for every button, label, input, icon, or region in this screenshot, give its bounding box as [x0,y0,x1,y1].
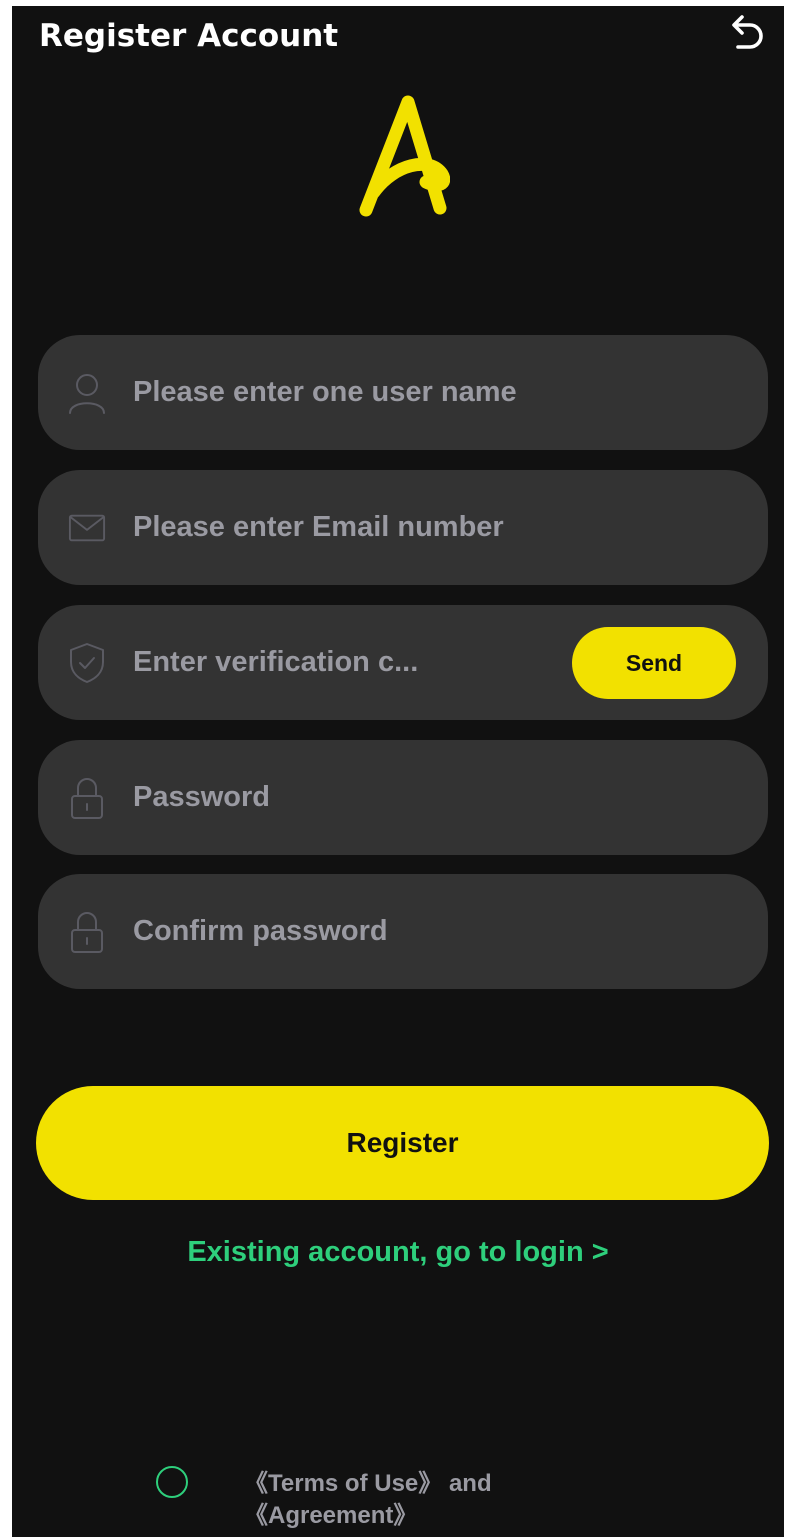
envelope-icon [68,507,106,549]
verification-field: Send [38,605,768,720]
password-input[interactable] [133,740,723,855]
email-input[interactable] [133,470,723,585]
agreement-text: 《Terms of Use》 and 《Agreement》 [244,1468,492,1532]
confirm-password-input[interactable] [133,874,723,989]
agreement-checkbox[interactable] [156,1466,188,1498]
undo-arrow-icon [732,15,763,49]
and-text: and [442,1470,492,1497]
send-code-button[interactable]: Send [572,627,736,699]
confirm-password-field [38,874,768,989]
go-to-login-link[interactable]: Existing account, go to login > [12,1236,784,1269]
verification-code-input[interactable] [133,605,553,720]
register-button[interactable]: Register [36,1086,769,1200]
user-icon [68,372,106,414]
agreement-link[interactable]: 《Agreement》 [244,1502,417,1529]
terms-of-use-link[interactable]: 《Terms of Use》 [244,1470,442,1497]
lock-icon [68,777,106,819]
back-button[interactable] [726,12,770,56]
username-input[interactable] [133,335,723,450]
password-field [38,740,768,855]
register-screen: Register Account Please enter one user n… [12,6,784,1537]
username-field [38,335,768,450]
page-title: Register Account [39,18,339,54]
shield-check-icon [68,642,106,684]
email-field [38,470,768,585]
brand-logo [359,95,450,217]
lock-icon [68,911,106,953]
